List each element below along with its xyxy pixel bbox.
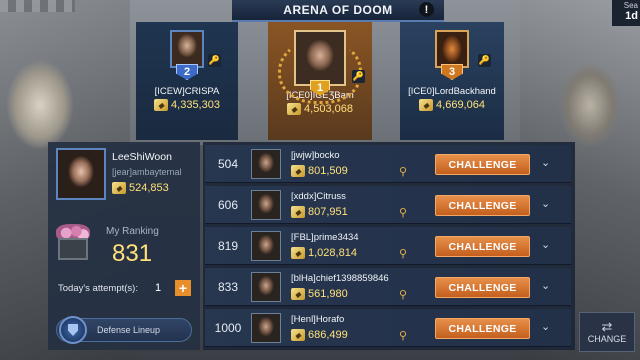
opponent-power-value: 561,980	[308, 288, 348, 300]
season-value: 1d	[625, 10, 638, 22]
defense-lineup-button[interactable]: Defense Lineup	[56, 316, 192, 344]
avatar[interactable]	[251, 149, 281, 179]
page-title: ARENA OF DOOM	[283, 3, 393, 17]
opponent-power: ◆ 561,980	[291, 288, 348, 300]
change-opponents-button[interactable]: ⇄ CHANGE	[579, 312, 635, 352]
power-icon: ◆	[291, 329, 305, 341]
key-icon[interactable]: 🔑	[478, 54, 491, 67]
ranking-label: My Ranking	[106, 226, 159, 237]
chevron-down-icon[interactable]: ⌄	[541, 238, 550, 251]
player-panel: LeeShiWoon [jear]ambayternal ◆ 524,853 M…	[48, 142, 200, 350]
challenge-button[interactable]: CHALLENGE	[435, 277, 530, 298]
refresh-icon: ⇄	[601, 319, 613, 334]
ranking-value: 831	[112, 240, 153, 267]
player-power-value: 524,853	[129, 182, 169, 194]
shield-icon	[59, 316, 87, 344]
opponent-rank: 606	[217, 198, 239, 212]
season-timer: Sea 1d	[612, 0, 640, 26]
opponent-list: 504 [jwjw]bocko ◆ 801,509 ⚲ CHALLENGE ⌄ …	[203, 142, 575, 350]
podium-power-value: 4,335,303	[171, 99, 220, 111]
power-icon: ◆	[291, 206, 305, 218]
attempts-value: 1	[155, 282, 162, 294]
opponent-name: [FBL]prime3434	[291, 232, 359, 243]
opponent-name: [xddx]Citruss	[291, 191, 346, 202]
podium-rank-3[interactable]: 3 [ICE0]LordBackhand ◆ 4,669,064	[400, 22, 504, 140]
opponent-power: ◆ 686,499	[291, 329, 348, 341]
change-label: CHANGE	[587, 334, 627, 344]
power-icon: ◆	[291, 165, 305, 177]
opponent-rank: 819	[217, 239, 239, 253]
key-icon[interactable]: ⚲	[399, 247, 407, 260]
opponent-row: 504 [jwjw]bocko ◆ 801,509 ⚲ CHALLENGE ⌄	[205, 145, 571, 183]
opponent-name: [blHa]chief1398859846	[291, 273, 389, 284]
chevron-down-icon[interactable]: ⌄	[541, 197, 550, 210]
key-icon[interactable]: ⚲	[399, 288, 407, 301]
chevron-down-icon[interactable]: ⌄	[541, 279, 550, 292]
opponent-power-value: 1,028,814	[308, 247, 357, 259]
power-icon: ◆	[419, 99, 434, 111]
attempts-label: Today's attempt(s):	[58, 283, 138, 294]
avatar: 3	[435, 30, 469, 80]
laurel-wreath-icon	[278, 38, 362, 104]
key-icon[interactable]: 🔑	[352, 70, 365, 83]
player-guild: [jear]ambayternal	[112, 167, 182, 177]
opponent-name: [jwjw]bocko	[291, 150, 340, 161]
opponent-row: 819 [FBL]prime3434 ◆ 1,028,814 ⚲ CHALLEN…	[205, 227, 571, 265]
player-power: ◆ 524,853	[112, 182, 169, 194]
power-icon: ◆	[291, 288, 305, 300]
defense-lineup-label: Defense Lineup	[97, 325, 161, 335]
rank-badge: 3	[441, 64, 463, 80]
rank-badge: 2	[176, 64, 198, 80]
key-icon[interactable]: ⚲	[399, 165, 407, 178]
opponent-power: ◆ 807,951	[291, 206, 348, 218]
podium-power: ◆ 4,669,064	[419, 99, 485, 111]
player-name: LeeShiWoon	[112, 151, 172, 163]
power-icon: ◆	[154, 99, 169, 111]
podium-power-value: 4,669,064	[436, 99, 485, 111]
avatar[interactable]	[251, 313, 281, 343]
avatar[interactable]	[251, 190, 281, 220]
chevron-down-icon[interactable]: ⌄	[541, 156, 550, 169]
chevron-down-icon[interactable]: ⌄	[541, 320, 550, 333]
power-icon: ◆	[287, 103, 302, 115]
challenge-button[interactable]: CHALLENGE	[435, 318, 530, 339]
opponent-power-value: 807,951	[308, 206, 348, 218]
avatar: 2	[170, 30, 204, 80]
podium-power: ◆ 4,335,303	[154, 99, 220, 111]
add-attempts-button[interactable]: +	[175, 280, 191, 296]
opponent-row: 833 [blHa]chief1398859846 ◆ 561,980 ⚲ CH…	[205, 268, 571, 306]
challenge-button[interactable]: CHALLENGE	[435, 154, 530, 175]
opponent-row: 1000 [Henl]Horafo ◆ 686,499 ⚲ CHALLENGE …	[205, 309, 571, 347]
challenge-button[interactable]: CHALLENGE	[435, 195, 530, 216]
season-label: Sea	[623, 1, 638, 10]
opponent-power: ◆ 801,509	[291, 165, 348, 177]
key-icon[interactable]: ⚲	[399, 206, 407, 219]
title-bar: ARENA OF DOOM	[232, 0, 444, 22]
opponent-row: 606 [xddx]Citruss ◆ 807,951 ⚲ CHALLENGE …	[205, 186, 571, 224]
opponent-rank: 1000	[214, 321, 242, 335]
avatar[interactable]	[251, 272, 281, 302]
podium-power-value: 4,503,068	[304, 103, 353, 115]
key-icon[interactable]: 🔑	[208, 54, 221, 67]
info-icon[interactable]: !	[419, 2, 434, 17]
avatar[interactable]	[251, 231, 281, 261]
key-icon[interactable]: ⚲	[399, 329, 407, 342]
podium-player-name: [ICE0]LordBackhand	[408, 86, 496, 97]
opponent-power-value: 686,499	[308, 329, 348, 341]
power-icon: ◆	[112, 182, 126, 194]
podium-power: ◆ 4,503,068	[287, 103, 353, 115]
reward-chest-icon[interactable]	[54, 222, 92, 262]
podium-rank-2[interactable]: 2 [ICEW]CRISPA ◆ 4,335,303	[136, 22, 238, 140]
opponent-name: [Henl]Horafo	[291, 314, 345, 325]
opponent-rank: 833	[217, 280, 239, 294]
challenge-button[interactable]: CHALLENGE	[435, 236, 530, 257]
opponent-power-value: 801,509	[308, 165, 348, 177]
avatar[interactable]	[56, 148, 106, 200]
opponent-rank: 504	[217, 157, 239, 171]
power-icon: ◆	[291, 247, 305, 259]
podium-player-name: [ICEW]CRISPA	[154, 86, 220, 97]
opponent-power: ◆ 1,028,814	[291, 247, 357, 259]
